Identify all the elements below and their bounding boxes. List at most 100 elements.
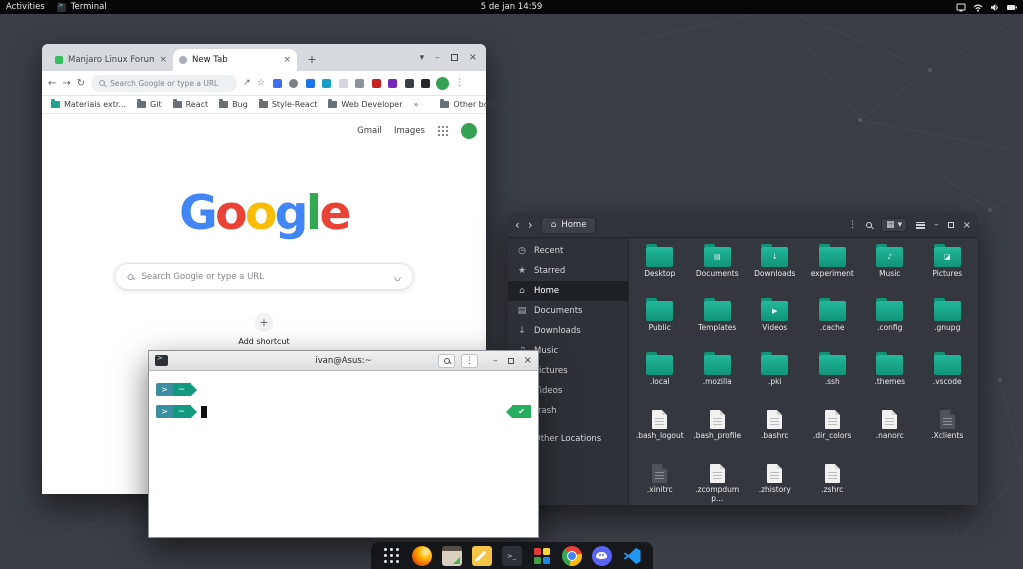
forward-button[interactable] — [528, 219, 533, 231]
bookmark-folder[interactable]: Bug — [219, 99, 248, 109]
file-item[interactable]: .bash_logout — [631, 406, 689, 458]
tab-manjaro-forum[interactable]: Manjaro Linux Forum — [49, 49, 173, 71]
minimize-button[interactable] — [934, 220, 939, 230]
add-shortcut[interactable]: Add shortcut — [238, 313, 290, 346]
folder-item[interactable]: .mozilla — [689, 352, 747, 404]
sidebar-item-downloads[interactable]: Downloads — [508, 321, 628, 341]
view-toggle-button[interactable] — [881, 218, 908, 232]
menu-button[interactable] — [461, 353, 479, 368]
back-button[interactable] — [48, 78, 56, 89]
forward-button[interactable] — [62, 78, 70, 89]
file-item[interactable]: .zhistory — [746, 460, 804, 505]
folder-item[interactable]: .ssh — [804, 352, 862, 404]
file-item[interactable]: .bashrc — [746, 406, 804, 458]
bookmark-folder[interactable]: React — [172, 99, 208, 109]
file-item[interactable]: .Xclients — [919, 406, 977, 458]
sidebar-item-documents[interactable]: Documents — [508, 301, 628, 321]
tabstrip-caret-icon[interactable] — [420, 53, 425, 63]
folder-item[interactable]: ♪ Music — [861, 244, 919, 296]
tab-close-icon[interactable] — [283, 56, 291, 65]
focused-app-menu[interactable]: Terminal — [56, 2, 107, 12]
file-item[interactable]: .bash_profile — [689, 406, 747, 458]
bookmarks-overflow-icon[interactable]: » — [414, 100, 419, 109]
minimize-button[interactable] — [435, 53, 440, 63]
close-button[interactable] — [524, 355, 532, 366]
folder-item[interactable]: Public — [631, 298, 689, 350]
folder-item[interactable]: Templates — [689, 298, 747, 350]
extension-icon[interactable] — [421, 78, 431, 88]
bookmark-folder[interactable]: Git — [137, 99, 162, 109]
images-link[interactable]: Images — [394, 126, 425, 136]
bookmark-folder[interactable]: Style-React — [258, 99, 317, 109]
folder-item[interactable]: ▤ Documents — [689, 244, 747, 296]
folder-item[interactable]: ◪ Pictures — [919, 244, 977, 296]
status-tray[interactable] — [956, 0, 1018, 14]
maximize-button[interactable] — [947, 222, 954, 228]
firefox-icon[interactable] — [411, 545, 432, 566]
sidebar-item-starred[interactable]: Starred — [508, 261, 628, 281]
location-button[interactable]: Home — [540, 216, 597, 234]
back-button[interactable] — [515, 219, 520, 231]
bookmark-folder[interactable]: Web Developer — [328, 99, 403, 109]
extension-icon[interactable] — [305, 78, 315, 88]
activities-button[interactable]: Activities — [6, 2, 45, 12]
text-editor-icon[interactable] — [471, 545, 492, 566]
tab-close-icon[interactable] — [159, 56, 167, 65]
folder-item[interactable]: .vscode — [919, 352, 977, 404]
file-item[interactable]: .xinitrc — [631, 460, 689, 505]
terminal-content[interactable]: ~ ~ ✔ — [149, 371, 538, 537]
tab-new-tab[interactable]: New Tab — [173, 49, 297, 71]
discord-icon[interactable] — [591, 545, 612, 566]
clock[interactable]: 5 de jan 14:59 — [481, 2, 543, 12]
browser-menu-icon[interactable] — [455, 78, 464, 88]
terminal-titlebar[interactable]: ivan@Asus:~ — [149, 351, 538, 371]
gmail-link[interactable]: Gmail — [357, 126, 382, 136]
file-item[interactable]: .zshrc — [804, 460, 862, 505]
folder-item[interactable]: experiment — [804, 244, 862, 296]
folder-item[interactable]: .local — [631, 352, 689, 404]
google-apps-icon[interactable] — [438, 126, 440, 128]
folder-item[interactable]: .gnupg — [919, 298, 977, 350]
close-button[interactable] — [963, 220, 971, 231]
maximize-button[interactable] — [450, 54, 458, 61]
file-item[interactable]: .dir_colors — [804, 406, 862, 458]
file-item[interactable]: .nanorc — [861, 406, 919, 458]
omnibox[interactable]: Search Google or type a URL — [91, 74, 238, 92]
menu-icon[interactable] — [916, 221, 926, 229]
extension-icon[interactable] — [338, 78, 348, 88]
folder-item[interactable]: .config — [861, 298, 919, 350]
profile-avatar[interactable] — [436, 76, 450, 90]
other-bookmarks-button[interactable]: Other bookmarks — [440, 99, 523, 109]
folder-item[interactable]: Desktop — [631, 244, 689, 296]
chrome-icon[interactable] — [561, 545, 582, 566]
sidebar-item-recent[interactable]: Recent — [508, 241, 628, 261]
sidebar-item-home[interactable]: Home — [508, 281, 628, 301]
extension-icon[interactable] — [289, 78, 299, 88]
bookmark-star-icon[interactable] — [257, 78, 265, 88]
extension-icon[interactable] — [404, 78, 414, 88]
terminal-icon[interactable] — [501, 545, 522, 566]
file-item[interactable]: .zcompdump... — [689, 460, 747, 505]
minimize-button[interactable] — [493, 356, 498, 366]
search-button[interactable] — [438, 353, 456, 368]
color-palette-icon[interactable] — [532, 546, 552, 566]
maximize-button[interactable] — [507, 357, 514, 364]
voice-search-icon[interactable] — [394, 272, 401, 281]
extension-icon[interactable] — [355, 78, 365, 88]
new-tab-button[interactable] — [303, 50, 321, 68]
reload-button[interactable] — [77, 78, 85, 89]
folder-item[interactable]: ▶ Videos — [746, 298, 804, 350]
folder-item[interactable]: .themes — [861, 352, 919, 404]
account-avatar[interactable] — [461, 123, 477, 139]
search-icon[interactable] — [866, 222, 873, 228]
location-options-icon[interactable] — [848, 220, 857, 230]
extension-icon[interactable] — [388, 78, 398, 88]
extension-icon[interactable] — [272, 78, 282, 88]
vscode-icon[interactable] — [622, 546, 642, 566]
bookmark-folder[interactable]: Materiais extr... — [51, 99, 126, 109]
google-search-box[interactable]: Search Google or type a URL — [114, 263, 414, 290]
share-icon[interactable] — [243, 78, 251, 88]
close-button[interactable] — [469, 52, 477, 63]
folder-item[interactable]: .pki — [746, 352, 804, 404]
show-apps-icon[interactable] — [382, 546, 402, 566]
